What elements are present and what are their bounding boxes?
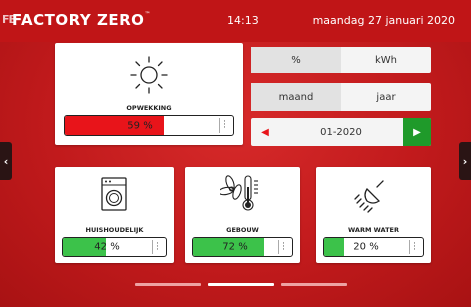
period-option-year[interactable]: jaar (341, 83, 431, 111)
clock: 14:13 (227, 14, 259, 27)
household-label: HUISHOUDELIJK (85, 226, 144, 234)
previous-screen-button[interactable]: ‹ (0, 142, 12, 180)
building-value: 72 % (222, 241, 248, 253)
sun-icon (130, 56, 168, 94)
unit-option-kwh[interactable]: kWh (341, 47, 431, 73)
page-dot-1[interactable] (135, 283, 201, 286)
unit-option-percent[interactable]: % (251, 47, 341, 73)
household-meter: 42 % · · · (62, 237, 167, 257)
next-screen-button[interactable]: › (459, 142, 471, 180)
building-card[interactable]: GEBOUW 72 % · · · (185, 167, 300, 263)
shower-icon (354, 180, 384, 213)
production-menu-button[interactable]: · · · (219, 118, 229, 133)
household-card[interactable]: HUISHOUDELIJK 42 % · · · (55, 167, 174, 263)
brand-name: FACTORY ZERO (12, 11, 145, 29)
page-dot-3[interactable] (281, 283, 347, 286)
building-meter: 72 % · · · (192, 237, 293, 257)
page-dot-2[interactable] (208, 283, 274, 286)
production-card[interactable]: OPWEKKING 59 % · · · (55, 43, 243, 145)
brand-logo: FACTORY ZERO™ (12, 11, 151, 29)
production-value: 59 % (127, 120, 153, 131)
caret-left-icon: ◀ (261, 126, 269, 138)
trademark: ™ (144, 11, 151, 18)
caret-right-icon: ▶ (413, 126, 421, 138)
building-menu-button[interactable]: · · · (278, 239, 288, 254)
production-meter: 59 % · · · (64, 115, 234, 136)
household-value: 42 % (94, 241, 120, 253)
period-toggle[interactable]: maand jaar (251, 83, 431, 111)
hot-water-label: WARM WATER (348, 226, 399, 234)
next-period-button[interactable]: ▶ (403, 118, 431, 146)
previous-period-button[interactable]: ◀ (251, 118, 279, 146)
fan-thermometer-icon (220, 175, 258, 211)
date-picker: ◀ 01-2020 ▶ (251, 118, 431, 146)
hot-water-value: 20 % (353, 241, 379, 253)
household-menu-button[interactable]: · · · (152, 239, 162, 254)
hot-water-card[interactable]: WARM WATER 20 % · · · (316, 167, 431, 263)
header-bar: FB FACTORY ZERO™ 14:13 maandag 27 januar… (0, 0, 471, 42)
washing-machine-icon (101, 177, 127, 211)
production-label: OPWEKKING (126, 104, 172, 112)
building-label: GEBOUW (226, 226, 259, 234)
period-option-month[interactable]: maand (251, 83, 341, 111)
period-value: 01-2020 (320, 126, 362, 138)
unit-toggle[interactable]: % kWh (251, 47, 431, 73)
chevron-right-icon: › (462, 154, 468, 168)
screen: FB FACTORY ZERO™ 14:13 maandag 27 januar… (0, 0, 471, 307)
chevron-left-icon: ‹ (3, 154, 9, 168)
hot-water-menu-button[interactable]: · · · (409, 239, 419, 254)
date-label: maandag 27 januari 2020 (312, 14, 455, 27)
hot-water-meter: 20 % · · · (323, 237, 424, 257)
